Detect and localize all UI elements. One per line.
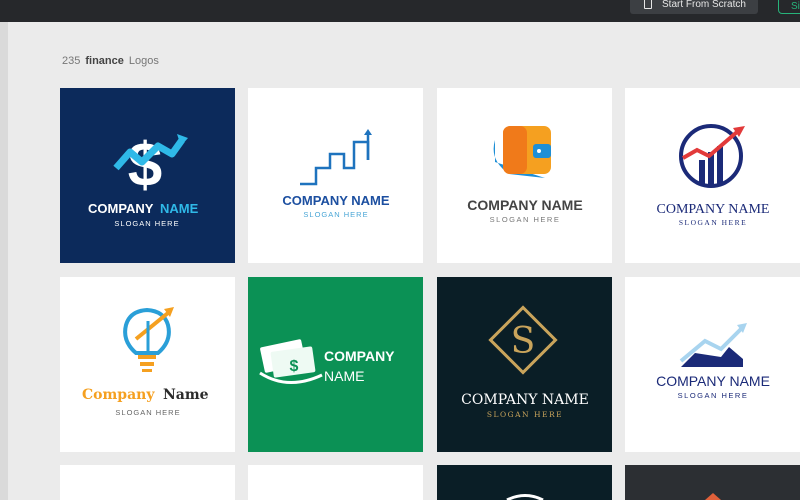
svg-text:$: $: [128, 131, 162, 200]
logo-company-text-2: Name: [163, 387, 209, 403]
logo-card-lightbulb[interactable]: Company Name SLOGAN HERE: [60, 277, 235, 452]
logo-card-house-chart[interactable]: COMPANY NAME SLOGAN HERE: [625, 277, 800, 452]
results-count: 235: [62, 55, 81, 67]
logo-card-diamond-s[interactable]: S COMPANY NAME SLOGAN HERE: [437, 277, 612, 452]
results-suffix: Logos: [128, 55, 159, 67]
left-rail: [0, 22, 8, 500]
logo-company-text: Company: [82, 387, 155, 403]
logo-slogan-text: SLOGAN HERE: [490, 215, 561, 224]
logo-company-text-2: NAME: [160, 201, 199, 216]
logo-company-text: COMPANY NAME: [657, 202, 770, 217]
logo-company-text: COMPANY NAME: [461, 392, 589, 408]
logo-company-text: COMPANY NAME: [467, 197, 582, 213]
logo-card-dollar-chart[interactable]: $ COMPANY NAME SLOGAN HERE: [60, 88, 235, 263]
lightbulb-icon: [123, 307, 174, 372]
logo-slogan-text: SLOGAN HERE: [114, 219, 179, 228]
logo-card-partial[interactable]: [248, 465, 423, 500]
logo-card-wallet[interactable]: COMPANY NAME SLOGAN HERE: [437, 88, 612, 263]
growth-chart-icon: [679, 124, 745, 188]
start-from-scratch-label: Start From Scratch: [662, 0, 746, 10]
svg-text:S: S: [511, 321, 536, 362]
logo-slogan-text: SLOGAN HERE: [678, 391, 749, 400]
logo-company-text: COMPANY: [324, 348, 395, 364]
secondary-top-button[interactable]: Si: [778, 0, 800, 14]
cash-icon: $: [259, 339, 323, 385]
search-term: finance: [85, 55, 124, 67]
logo-card-cash[interactable]: $ COMPANY NAME: [248, 277, 423, 452]
dollar-arrow-icon: $: [113, 131, 188, 200]
svg-text:$: $: [290, 358, 299, 375]
logo-card-partial[interactable]: [60, 465, 235, 500]
results-heading: 235 finance Logos: [62, 55, 159, 67]
top-bar: Start From Scratch Si: [0, 0, 800, 22]
diamond-s-icon: S: [488, 305, 558, 375]
logo-card-growth-circle[interactable]: COMPANY NAME SLOGAN HERE: [625, 88, 800, 263]
logo-slogan-text: SLOGAN HERE: [679, 218, 747, 227]
step-chart-icon: [300, 129, 372, 186]
logo-card-step-chart[interactable]: COMPANY NAME SLOGAN HERE: [248, 88, 423, 263]
logo-slogan-text: SLOGAN HERE: [487, 410, 563, 419]
wallet-icon: [493, 126, 551, 178]
logo-slogan-text: SLOGAN HERE: [303, 210, 368, 219]
logo-card-partial[interactable]: [625, 465, 800, 500]
logo-slogan-text: SLOGAN HERE: [115, 408, 180, 417]
document-icon: [644, 0, 652, 9]
logo-company-text: COMPANY NAME: [656, 373, 770, 389]
start-from-scratch-button[interactable]: Start From Scratch: [630, 0, 758, 14]
logo-company-text-2: NAME: [324, 368, 364, 384]
logo-company-text: COMPANY: [88, 201, 154, 216]
logo-card-partial[interactable]: [437, 465, 612, 500]
logo-company-text: COMPANY NAME: [282, 193, 389, 208]
house-chart-icon: [679, 323, 747, 367]
